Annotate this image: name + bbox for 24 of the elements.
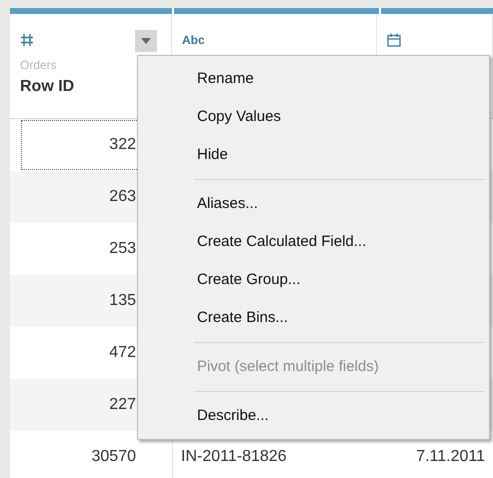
menu-item[interactable]: Hide: [138, 136, 489, 174]
field-source: Orders: [20, 58, 58, 72]
menu-item[interactable]: Create Bins...: [138, 299, 489, 337]
table-cell: 472: [109, 344, 136, 362]
table-cell: 322: [109, 136, 136, 154]
menu-item[interactable]: Copy Values: [138, 98, 489, 136]
table-cell: 227: [109, 396, 136, 414]
table-cell: 263: [109, 188, 136, 206]
menu-item[interactable]: Create Calculated Field...: [138, 223, 489, 261]
table-cell: IN-2011-81826: [181, 448, 287, 466]
table-cell: 7.11.2011: [416, 448, 485, 466]
field-name: Row ID: [20, 78, 76, 96]
number-type-icon: [20, 33, 34, 47]
table-cell: 253: [109, 240, 136, 258]
type-label: Abc: [182, 33, 205, 47]
caret-icon: [141, 38, 151, 44]
menu-item[interactable]: Create Group...: [138, 261, 489, 299]
table-cell: 30570: [92, 448, 136, 466]
table-cell: 135: [109, 292, 136, 310]
calendar-icon: [387, 33, 401, 47]
menu-item[interactable]: Describe...: [138, 397, 489, 435]
menu-item[interactable]: Aliases...: [138, 185, 489, 223]
menu-item[interactable]: Rename: [138, 60, 489, 98]
dropdown-button[interactable]: [135, 30, 157, 52]
